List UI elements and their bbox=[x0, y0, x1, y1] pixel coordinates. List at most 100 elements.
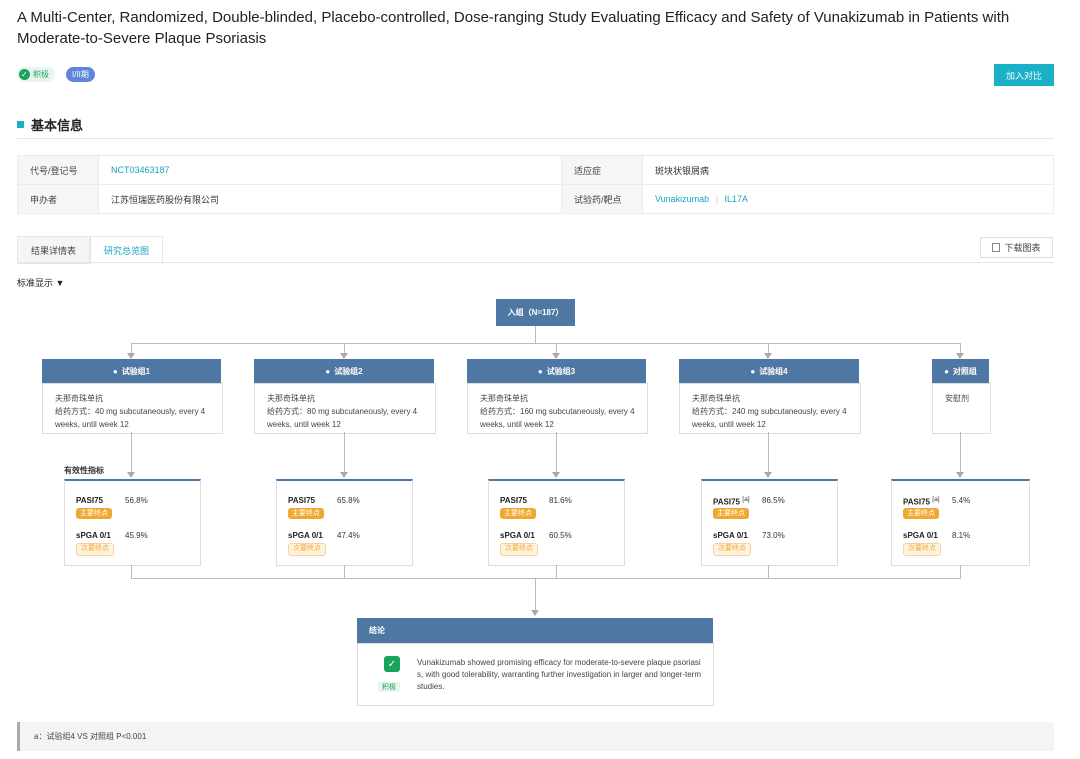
metric-value: 45.9% bbox=[125, 531, 148, 540]
metric-name: sPGA 0/1 bbox=[76, 531, 111, 540]
tab-results-table[interactable]: 结果详情表 bbox=[17, 236, 91, 264]
secondary-endpoint-tag: 次要终点 bbox=[288, 543, 326, 556]
display-mode-label: 标准显示 bbox=[17, 278, 54, 288]
metric-value: 47.4% bbox=[337, 531, 360, 540]
footnote-ref[interactable]: [a] bbox=[742, 496, 749, 503]
section-title: 基本信息 bbox=[17, 115, 83, 134]
secondary-endpoint-tag: 次要终点 bbox=[76, 543, 114, 556]
registry-link[interactable]: NCT03463187 bbox=[111, 165, 170, 175]
metric-name: PASI75 bbox=[288, 496, 315, 505]
caret-down-icon: ▼ bbox=[55, 278, 65, 288]
metric-name: PASI75 bbox=[903, 497, 930, 507]
tab-study-overview[interactable]: 研究总览图 bbox=[90, 236, 164, 264]
sponsor-value: 江苏恒瑞医药股份有限公司 bbox=[98, 184, 562, 214]
connector bbox=[131, 578, 961, 579]
tab-divider bbox=[17, 262, 1054, 263]
add-to-compare-button[interactable]: 加入对比 bbox=[994, 64, 1054, 86]
arm-header: ● 试验组3 bbox=[467, 359, 646, 383]
display-mode-dropdown[interactable]: 标准显示 ▼ bbox=[17, 276, 64, 289]
arm-drug: 夫那奇珠单抗 bbox=[480, 394, 528, 403]
arm-header: ● 试验组4 bbox=[679, 359, 859, 383]
metric-name: sPGA 0/1 bbox=[903, 531, 938, 540]
efficacy-label: 有效性指标 bbox=[64, 466, 104, 475]
metric-value: 56.8% bbox=[125, 496, 148, 505]
section-title-text: 基本信息 bbox=[31, 118, 84, 133]
metric-value: 5.4% bbox=[952, 496, 971, 505]
arm-drug: 夫那奇珠单抗 bbox=[55, 394, 103, 403]
conclusion-text: Vunakizumab showed promising efficacy fo… bbox=[417, 658, 701, 691]
arm-detail: 夫那奇珠单抗给药方式：240 mg subcutaneously, every … bbox=[679, 383, 861, 434]
connector bbox=[535, 326, 536, 344]
shield-check-icon: ✓ bbox=[384, 656, 400, 672]
conclusion-header: 结论 bbox=[357, 618, 713, 643]
section-divider bbox=[17, 138, 1054, 139]
trial-title: A Multi-Center, Randomized, Double-blind… bbox=[17, 9, 1010, 47]
primary-endpoint-tag: 主要终点 bbox=[903, 508, 939, 519]
target-link[interactable]: IL17A bbox=[725, 194, 749, 204]
connector bbox=[344, 565, 345, 579]
result-card: PASI75 [a] 86.5% 主要终点 sPGA 0/1 73.0% 次要终… bbox=[701, 479, 838, 566]
arrow-down-icon bbox=[956, 472, 964, 478]
download-label: 下载图表 bbox=[1004, 243, 1041, 253]
metric-name: sPGA 0/1 bbox=[288, 531, 323, 540]
indication-value: 斑块状银屑病 bbox=[641, 155, 1055, 185]
result-card: PASI75 56.8% 主要终点 sPGA 0/1 45.9% 次要终点 bbox=[64, 479, 201, 566]
phase-badge: I/II期 bbox=[66, 67, 95, 82]
metric-name: PASI75 bbox=[500, 496, 527, 505]
primary-endpoint-tag: 主要终点 bbox=[76, 508, 112, 519]
footnote-ref[interactable]: [a] bbox=[932, 496, 939, 503]
metric-name: PASI75 bbox=[713, 497, 740, 507]
metric-value: 65.8% bbox=[337, 496, 360, 505]
metric-name: sPGA 0/1 bbox=[500, 531, 535, 540]
person-icon: ● bbox=[325, 366, 331, 376]
connector bbox=[556, 432, 557, 474]
arm-dosing: 给药方式：160 mg subcutaneously, every 4 week… bbox=[480, 407, 635, 429]
conclusion-body: ✓ 积极 Vunakizumab showed promising effica… bbox=[357, 643, 714, 706]
person-icon: ● bbox=[750, 366, 756, 376]
sponsor-label: 申办者 bbox=[17, 184, 99, 214]
connector bbox=[960, 432, 961, 474]
tab-bar: 结果详情表 研究总览图 bbox=[17, 236, 164, 264]
arm-name: 试验组4 bbox=[759, 366, 788, 376]
connector bbox=[131, 565, 132, 579]
connector bbox=[344, 432, 345, 474]
code-cell: NCT03463187 bbox=[98, 155, 562, 185]
secondary-endpoint-tag: 次要终点 bbox=[713, 543, 751, 556]
arm-detail: 夫那奇珠单抗 给药方式：80 mg subcutaneously, every 4… bbox=[254, 383, 436, 434]
arm-name: 试验组1 bbox=[121, 366, 151, 376]
metric-name: sPGA 0/1 bbox=[713, 531, 748, 540]
arm-drug: 夫那奇珠单抗 bbox=[692, 394, 740, 403]
connector bbox=[131, 343, 961, 344]
connector bbox=[131, 432, 132, 474]
enrollment-box: 入组（N=187） bbox=[496, 299, 575, 326]
separator: | bbox=[715, 194, 718, 204]
arm-name: 试验组3 bbox=[546, 366, 576, 376]
info-row: 申办者 江苏恒瑞医药股份有限公司 试验药/靶点 Vunakizumab | IL… bbox=[17, 184, 1055, 214]
positive-badge: ✓ 积极 bbox=[17, 67, 55, 82]
info-row: 代号/登记号 NCT03463187 适应症 斑块状银屑病 bbox=[17, 155, 1055, 185]
person-icon: ● bbox=[944, 366, 949, 376]
arm-dosing: 给药方式：40 mg subcutaneously, every 4 weeks… bbox=[55, 407, 206, 429]
section-marker-icon bbox=[17, 121, 24, 128]
arrow-down-icon bbox=[552, 472, 560, 478]
arm-header: ● 试验组1 bbox=[42, 359, 221, 383]
download-chart-button[interactable]: 下载图表 bbox=[980, 237, 1053, 258]
arm-detail: 夫那奇珠单抗给药方式：160 mg subcutaneously, every … bbox=[467, 383, 648, 434]
arm-dosing: 给药方式：240 mg subcutaneously, every 4 week… bbox=[692, 407, 847, 429]
primary-endpoint-tag: 主要终点 bbox=[500, 508, 536, 519]
drug-link[interactable]: Vunakizumab bbox=[655, 194, 709, 204]
indication-label: 适应症 bbox=[560, 155, 643, 185]
arm-detail: 安慰剂 bbox=[932, 383, 991, 434]
metric-value: 86.5% bbox=[762, 496, 785, 505]
secondary-endpoint-tag: 次要终点 bbox=[500, 543, 538, 556]
connector bbox=[768, 565, 769, 579]
drug-cell: Vunakizumab | IL17A bbox=[641, 184, 1055, 214]
arrow-down-icon bbox=[764, 472, 772, 478]
person-icon: ● bbox=[537, 366, 543, 376]
arm-name: 试验组2 bbox=[334, 366, 363, 376]
primary-endpoint-tag: 主要终点 bbox=[713, 508, 749, 519]
secondary-endpoint-tag: 次要终点 bbox=[903, 543, 941, 556]
check-icon: ✓ bbox=[19, 69, 30, 80]
result-card: PASI75 81.6% 主要终点 sPGA 0/1 60.5% 次要终点 bbox=[488, 479, 625, 566]
arm-dosing: 给药方式：80 mg subcutaneously, every 4 weeks… bbox=[267, 407, 418, 429]
